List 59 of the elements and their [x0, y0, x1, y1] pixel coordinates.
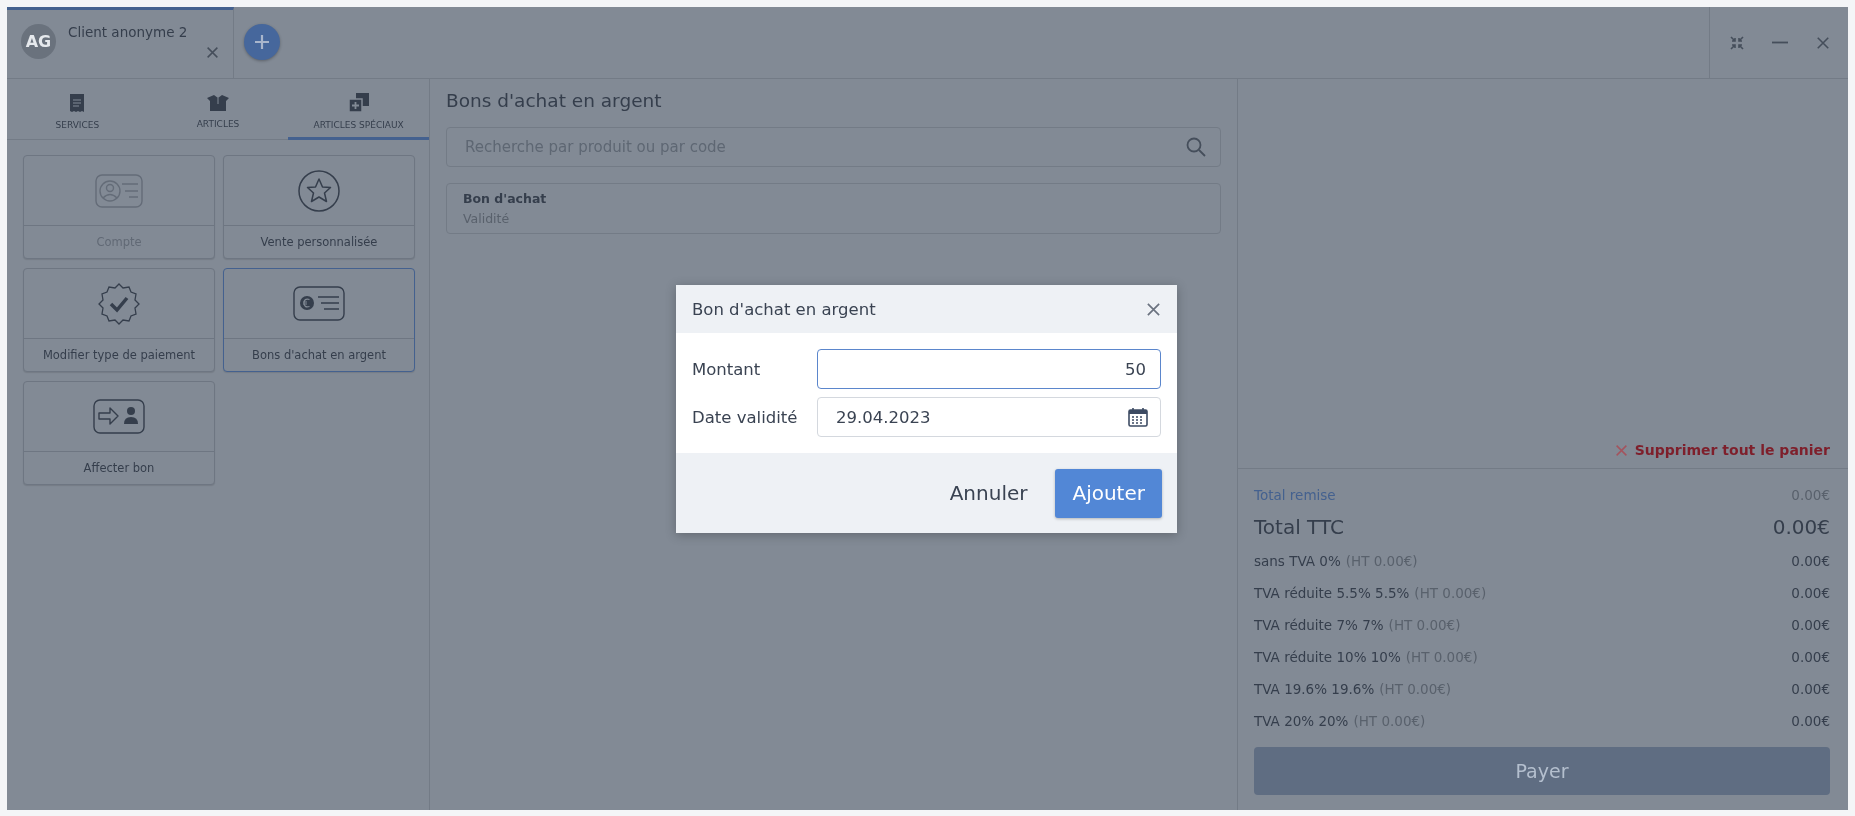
- star-circle-icon: [298, 169, 340, 212]
- product-tile[interactable]: Modifier type de paiement: [23, 268, 215, 372]
- shrink-arrows-icon: [1730, 35, 1744, 50]
- dialog-title: Bon d'achat en argent: [692, 299, 876, 319]
- amount-field[interactable]: 50: [817, 349, 1161, 389]
- category-tab[interactable]: ARTICLES: [147, 79, 289, 140]
- close-icon: [1614, 443, 1628, 457]
- total-label: Total TTC: [1254, 515, 1344, 539]
- minimize-icon: [1772, 41, 1788, 44]
- euro-card-icon: [293, 286, 345, 321]
- client-name: Client anonyme 2: [68, 24, 188, 40]
- avatar-initials: AG: [21, 24, 56, 59]
- minimize-button[interactable]: [1772, 41, 1788, 44]
- tax-amount: 0.00€: [1791, 617, 1830, 633]
- field-label: Date validité: [692, 407, 799, 427]
- product-tile[interactable]: Vente personnalisée: [223, 155, 415, 259]
- check-badge-icon: [98, 282, 140, 325]
- tax-amount: 0.00€: [1791, 681, 1830, 697]
- arrow-person-icon: [93, 399, 145, 434]
- tax-label: TVA 20% 20%: [1254, 713, 1349, 729]
- tax-amount: 0.00€: [1791, 649, 1830, 665]
- cancel-button[interactable]: Annuler: [933, 468, 1044, 518]
- fullscreen-button[interactable]: [1730, 35, 1744, 50]
- clear-cart-link[interactable]: Supprimer tout le panier: [1596, 442, 1848, 468]
- tax-amount: 0.00€: [1791, 585, 1830, 601]
- id-card-icon: [95, 173, 143, 208]
- tax-label: TVA réduite 5.5% 5.5%: [1254, 585, 1410, 601]
- product-tile[interactable]: Bons d'achat en argent: [223, 268, 415, 372]
- product-tile[interactable]: Affecter bon: [23, 381, 215, 485]
- category-tab[interactable]: ARTICLES SPÉCIAUX: [288, 79, 429, 140]
- total-amount: 0.00€: [1772, 515, 1830, 539]
- tax-amount: 0.00€: [1791, 713, 1830, 729]
- add-button[interactable]: Ajouter: [1055, 468, 1162, 518]
- receipt-icon: [69, 92, 86, 113]
- search-icon: [1186, 137, 1206, 157]
- close-icon: [1816, 35, 1830, 50]
- discount-label: Total remise: [1254, 487, 1336, 503]
- catalog-title: Bons d'achat en argent: [446, 89, 663, 113]
- item-name: Bon d'achat: [463, 191, 548, 206]
- plus-icon: [254, 34, 270, 50]
- plus-squares-icon: [347, 92, 370, 113]
- close-tab-button[interactable]: [206, 45, 219, 59]
- date-field[interactable]: 29.04.2023: [817, 397, 1161, 437]
- category-tab[interactable]: SERVICES: [7, 79, 148, 140]
- amount-input[interactable]: 50: [834, 358, 1148, 380]
- tax-amount: 0.00€: [1791, 553, 1830, 569]
- add-client-button[interactable]: [244, 24, 280, 60]
- tax-label: TVA réduite 7% 7%: [1254, 617, 1384, 633]
- calendar-icon: [1128, 407, 1148, 427]
- tax-label: TVA 19.6% 19.6%: [1254, 681, 1375, 697]
- close-dialog-button[interactable]: [1146, 301, 1161, 317]
- client-tab[interactable]: AG Client anonyme 2: [7, 7, 234, 78]
- field-label: Montant: [692, 359, 762, 379]
- close-window-button[interactable]: [1816, 35, 1830, 50]
- close-icon: [206, 45, 219, 59]
- tax-label: TVA réduite 10% 10%: [1254, 649, 1401, 665]
- date-input[interactable]: 29.04.2023: [834, 406, 1128, 428]
- tax-label: sans TVA 0%: [1254, 553, 1341, 569]
- close-icon: [1146, 301, 1161, 317]
